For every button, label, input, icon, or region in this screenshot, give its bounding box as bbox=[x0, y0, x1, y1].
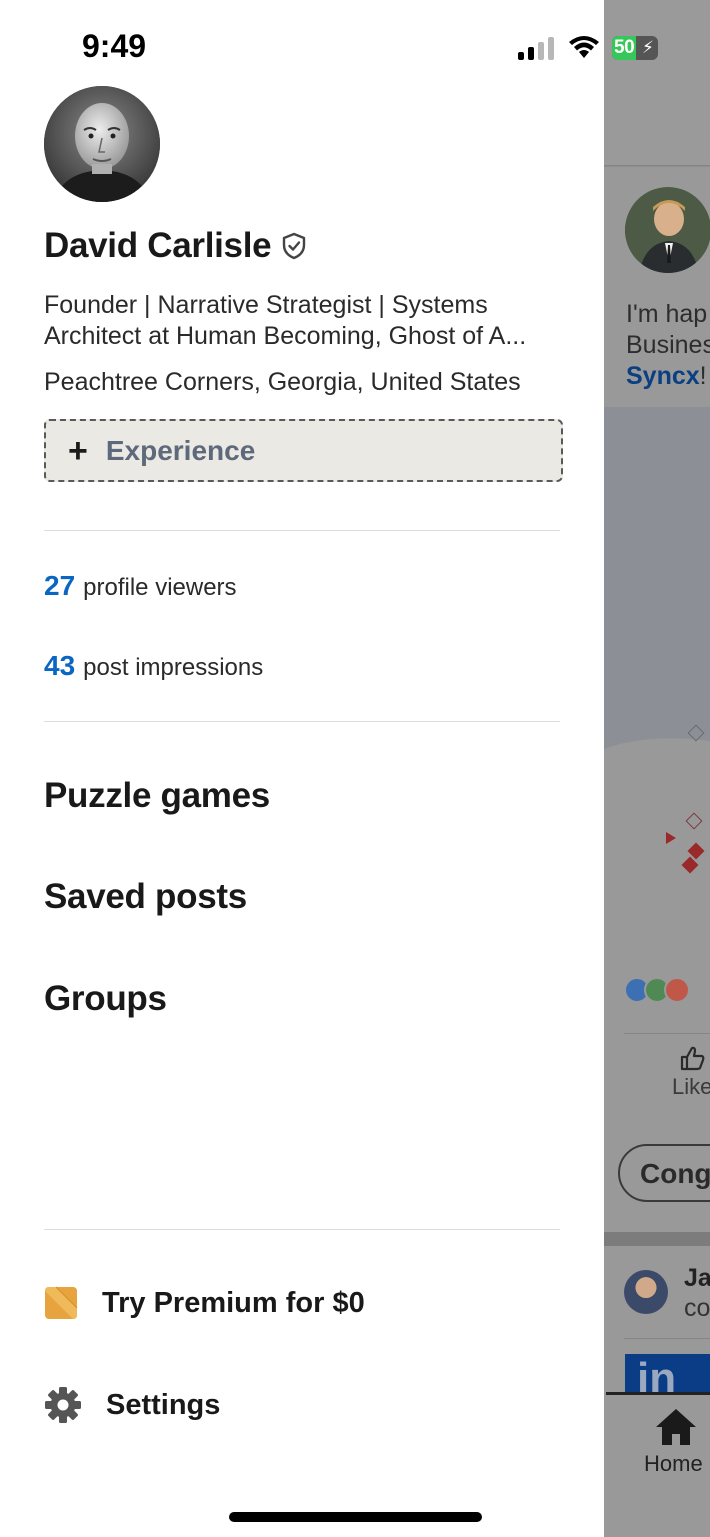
home-indicator[interactable] bbox=[229, 1512, 482, 1522]
post-text: I'm hap Busines Syncx! bbox=[626, 300, 710, 390]
add-experience-label: Experience bbox=[105, 434, 256, 466]
profile-viewers-count: 27 bbox=[44, 570, 76, 601]
divider bbox=[44, 721, 560, 722]
feed-post-card: I'm hap Busines Syncx! Like Cong bbox=[604, 167, 710, 1232]
divider bbox=[44, 530, 560, 531]
like-label: Like bbox=[672, 1074, 710, 1099]
profile-viewers-stat[interactable]: 27 profile viewers bbox=[44, 570, 237, 602]
wifi-icon bbox=[569, 36, 599, 58]
post-impressions-label: post impressions bbox=[83, 654, 264, 681]
menu-item-groups[interactable]: Groups bbox=[44, 979, 167, 1019]
profile-drawer: 9:49 50 ⚡ David Carlisle Founder | Narra… bbox=[0, 0, 658, 1537]
add-experience-button[interactable]: + Experience bbox=[44, 419, 563, 482]
try-premium-button[interactable]: Try Premium for $0 bbox=[44, 1286, 365, 1320]
menu-item-saved-posts[interactable]: Saved posts bbox=[44, 877, 247, 917]
post-author-avatar bbox=[625, 187, 710, 273]
status-time: 9:49 bbox=[82, 28, 147, 64]
thumbs-up-icon bbox=[681, 1046, 705, 1071]
profile-name-row[interactable]: David Carlisle bbox=[44, 226, 307, 266]
profile-avatar[interactable] bbox=[44, 86, 160, 202]
post-mention-link[interactable]: Syncx bbox=[626, 362, 700, 390]
post-media[interactable] bbox=[604, 407, 710, 952]
settings-button[interactable]: Settings bbox=[44, 1386, 220, 1424]
cellular-signal-icon bbox=[518, 36, 554, 60]
next-post-avatar bbox=[624, 1270, 668, 1314]
profile-name[interactable]: David Carlisle bbox=[44, 226, 272, 266]
settings-label: Settings bbox=[106, 1388, 221, 1421]
premium-icon bbox=[45, 1286, 78, 1319]
background-feed[interactable]: I'm hap Busines Syncx! Like Cong Ja co i… bbox=[604, 0, 710, 1537]
status-icons: 50 ⚡ bbox=[518, 34, 658, 62]
plus-icon: + bbox=[68, 431, 88, 470]
battery-level: 50 bbox=[614, 37, 635, 58]
home-tab-label[interactable]: Home bbox=[644, 1451, 703, 1477]
post-impressions-stat[interactable]: 43 post impressions bbox=[44, 650, 263, 682]
profile-viewers-label: profile viewers bbox=[83, 574, 237, 601]
menu-item-puzzle-games[interactable]: Puzzle games bbox=[44, 776, 270, 816]
congrats-suggestion-button[interactable]: Cong bbox=[618, 1144, 710, 1202]
try-premium-label: Try Premium for $0 bbox=[102, 1286, 365, 1319]
post-impressions-count: 43 bbox=[44, 650, 76, 681]
divider bbox=[44, 1229, 560, 1230]
battery-icon: 50 ⚡ bbox=[612, 36, 658, 60]
gear-icon bbox=[45, 1387, 81, 1423]
reaction-icons bbox=[624, 977, 690, 1003]
verified-shield-icon bbox=[283, 232, 306, 260]
next-post-name: Ja bbox=[684, 1264, 710, 1292]
feed-top-bar bbox=[604, 0, 710, 166]
like-button[interactable]: Like bbox=[672, 1044, 710, 1100]
bottom-nav-bar: Home bbox=[606, 1392, 710, 1537]
next-post-subtitle: co bbox=[684, 1294, 710, 1322]
profile-location: Peachtree Corners, Georgia, United State… bbox=[44, 368, 521, 396]
profile-headline: Founder | Narrative Strategist | Systems… bbox=[44, 291, 527, 350]
home-icon[interactable] bbox=[654, 1407, 698, 1447]
